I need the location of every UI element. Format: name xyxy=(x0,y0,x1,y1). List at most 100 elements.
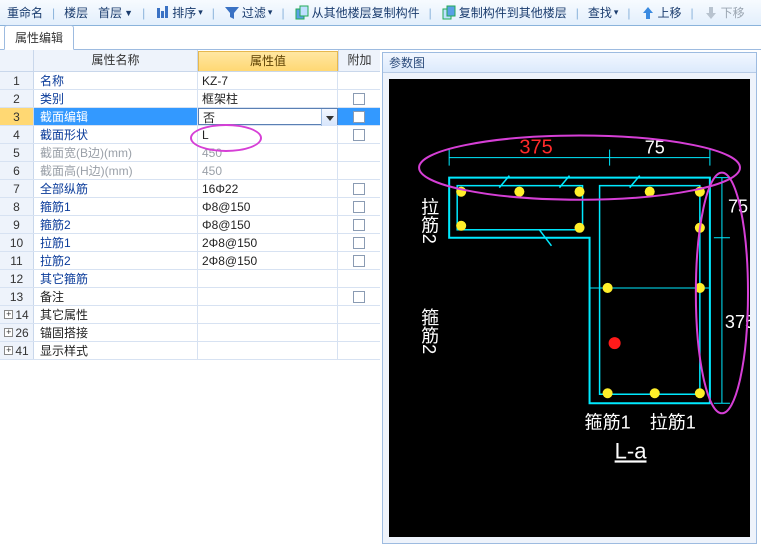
table-row[interactable]: 4截面形状L xyxy=(0,126,380,144)
property-value[interactable] xyxy=(198,342,338,359)
checkbox[interactable] xyxy=(353,255,365,267)
col-header-value[interactable]: 属性值 xyxy=(198,51,338,71)
table-row[interactable]: 11拉筋22Φ8@150 xyxy=(0,252,380,270)
extra-cell xyxy=(338,198,380,215)
marker-dot xyxy=(609,337,621,349)
main-toolbar: 重命名 | 楼层 首层▼ | 排序▾ | 过滤▾ | 从其他楼层复制构件 | 复… xyxy=(0,0,761,26)
property-value[interactable]: KZ-7 xyxy=(198,72,338,89)
sort-icon xyxy=(154,5,170,21)
label-lajin1: 拉筋1 xyxy=(650,412,696,432)
property-name: 名称 xyxy=(34,72,198,89)
find-button[interactable]: 查找▾ xyxy=(585,2,622,23)
arrow-down-icon xyxy=(703,5,719,21)
dropdown-button[interactable] xyxy=(321,109,337,126)
extra-cell xyxy=(338,72,380,89)
row-number: 5 xyxy=(0,144,34,161)
table-row[interactable]: 7全部纵筋16Φ22 xyxy=(0,180,380,198)
move-up-button[interactable]: 上移 xyxy=(637,2,685,23)
copy-from-icon xyxy=(294,5,310,21)
property-value[interactable]: 450 xyxy=(198,162,338,179)
table-row[interactable]: 13备注 xyxy=(0,288,380,306)
tab-property-edit[interactable]: 属性编辑 xyxy=(4,25,74,50)
table-row[interactable]: +26锚固搭接 xyxy=(0,324,380,342)
table-row[interactable]: 6截面高(H边)(mm)450 xyxy=(0,162,380,180)
table-row[interactable]: +41显示样式 xyxy=(0,342,380,360)
floor-select[interactable]: 首层▼ xyxy=(95,2,136,23)
extra-cell xyxy=(338,180,380,197)
row-number: 4 xyxy=(0,126,34,143)
extra-cell xyxy=(338,144,380,161)
property-name: 显示样式 xyxy=(34,342,198,359)
label-gujin1: 箍筋1 xyxy=(585,412,631,432)
extra-cell xyxy=(338,234,380,251)
copy-to-button[interactable]: 复制构件到其他楼层 xyxy=(438,2,570,23)
property-value[interactable]: 否 xyxy=(198,108,338,125)
property-name: 截面高(H边)(mm) xyxy=(34,162,198,179)
property-name: 截面形状 xyxy=(34,126,198,143)
extra-cell xyxy=(338,126,380,143)
checkbox[interactable] xyxy=(353,201,365,213)
row-number: +14 xyxy=(0,306,34,323)
copy-from-button[interactable]: 从其他楼层复制构件 xyxy=(291,2,423,23)
property-value[interactable] xyxy=(198,270,338,287)
move-down-button: 下移 xyxy=(700,2,748,23)
table-row[interactable]: 12其它箍筋 xyxy=(0,270,380,288)
property-value[interactable] xyxy=(198,288,338,305)
expand-icon[interactable]: + xyxy=(4,328,13,337)
checkbox[interactable] xyxy=(353,183,365,195)
property-value[interactable] xyxy=(198,306,338,323)
preview-canvas[interactable]: 375 75 75 375 xyxy=(389,79,750,537)
property-name: 箍筋1 xyxy=(34,198,198,215)
expand-icon[interactable]: + xyxy=(4,310,13,319)
checkbox[interactable] xyxy=(353,291,365,303)
property-value[interactable]: 2Φ8@150 xyxy=(198,252,338,269)
property-name: 拉筋1 xyxy=(34,234,198,251)
table-row[interactable]: 2类别框架柱 xyxy=(0,90,380,108)
row-number: +26 xyxy=(0,324,34,341)
label-gujin2: 箍筋2 xyxy=(419,308,439,354)
property-value[interactable] xyxy=(198,324,338,341)
checkbox[interactable] xyxy=(353,237,365,249)
extra-cell xyxy=(338,306,380,323)
table-row[interactable]: 9箍筋2Φ8@150 xyxy=(0,216,380,234)
property-value[interactable]: Φ8@150 xyxy=(198,216,338,233)
col-header-extra[interactable]: 附加 xyxy=(338,50,380,71)
extra-cell xyxy=(338,342,380,359)
table-row[interactable]: 8箍筋1Φ8@150 xyxy=(0,198,380,216)
property-value[interactable]: 2Φ8@150 xyxy=(198,234,338,251)
table-row[interactable]: 10拉筋12Φ8@150 xyxy=(0,234,380,252)
floor-label: 楼层 xyxy=(61,2,91,23)
label-lajin2: 拉筋2 xyxy=(419,198,439,244)
filter-button[interactable]: 过滤▾ xyxy=(221,2,276,23)
filter-icon xyxy=(224,5,240,21)
table-row[interactable]: +14其它属性 xyxy=(0,306,380,324)
property-value[interactable]: 450 xyxy=(198,144,338,161)
sort-button[interactable]: 排序▾ xyxy=(151,2,206,23)
checkbox[interactable] xyxy=(353,129,365,141)
property-value[interactable]: 16Φ22 xyxy=(198,180,338,197)
checkbox[interactable] xyxy=(353,219,365,231)
table-row[interactable]: 3截面编辑否 xyxy=(0,108,380,126)
col-header-name[interactable]: 属性名称 xyxy=(34,50,198,71)
row-number: 8 xyxy=(0,198,34,215)
extra-cell xyxy=(338,270,380,287)
checkbox[interactable] xyxy=(353,111,365,123)
label-la: L-a xyxy=(615,438,648,463)
property-grid: 属性名称 属性值 附加 1名称KZ-72类别框架柱3截面编辑否4截面形状L5截面… xyxy=(0,50,380,548)
table-row[interactable]: 1名称KZ-7 xyxy=(0,72,380,90)
property-name: 全部纵筋 xyxy=(34,180,198,197)
checkbox[interactable] xyxy=(353,93,365,105)
expand-icon[interactable]: + xyxy=(4,346,13,355)
property-name: 备注 xyxy=(34,288,198,305)
extra-cell xyxy=(338,108,380,125)
row-number: 2 xyxy=(0,90,34,107)
tab-strip: 属性编辑 xyxy=(0,26,761,50)
property-value[interactable]: Φ8@150 xyxy=(198,198,338,215)
table-row[interactable]: 5截面宽(B边)(mm)450 xyxy=(0,144,380,162)
property-value[interactable]: 框架柱 xyxy=(198,90,338,107)
extra-cell xyxy=(338,216,380,233)
row-number: 1 xyxy=(0,72,34,89)
copy-to-icon xyxy=(441,5,457,21)
rename-button[interactable]: 重命名 xyxy=(4,2,46,23)
property-value[interactable]: L xyxy=(198,126,338,143)
